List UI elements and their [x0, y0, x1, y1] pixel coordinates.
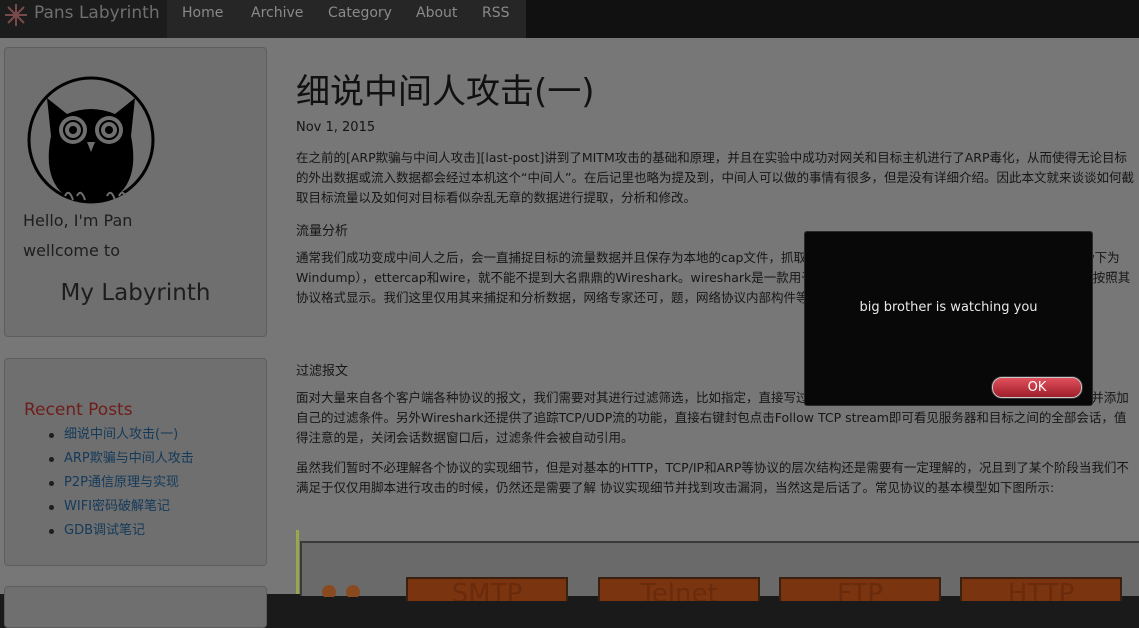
brand[interactable]: Pans Labyrinth: [0, 0, 167, 38]
nav-about[interactable]: About: [416, 5, 457, 21]
article-title: 细说中间人攻击(一): [296, 72, 595, 112]
brand-title: Pans Labyrinth: [34, 3, 160, 23]
ok-button[interactable]: OK: [992, 377, 1082, 398]
recent-post-link[interactable]: WIFI密码破解笔记: [49, 498, 194, 522]
nav-category[interactable]: Category: [328, 5, 392, 21]
section-heading: 流量分析: [296, 224, 349, 239]
figure-box-ftp: FTP: [779, 577, 941, 601]
profile-panel: Hello, I'm Pan wellcome to My Labyrinth: [4, 47, 267, 337]
recent-post-link[interactable]: GDB调试笔记: [49, 522, 194, 546]
site-name: My Labyrinth: [60, 280, 211, 306]
figure-border: [296, 530, 299, 594]
recent-posts-list: 细说中间人攻击(一) ARP欺骗与中间人攻击 P2P通信原理与实现 WIFI密码…: [49, 426, 194, 546]
recent-posts-heading: Recent Posts: [24, 400, 133, 420]
recent-post-link[interactable]: ARP欺骗与中间人攻击: [49, 450, 194, 474]
protocol-figure: SMTP Telnet FTP HTTP: [300, 541, 1139, 601]
snowflake-logo-icon: [5, 4, 27, 26]
recent-posts-panel: Recent Posts 细说中间人攻击(一) ARP欺骗与中间人攻击 P2P通…: [4, 358, 267, 566]
figure-box-http: HTTP: [960, 577, 1122, 601]
sidebar-panel-partial: [4, 586, 267, 628]
owl-avatar-icon: [27, 76, 155, 204]
article-paragraph: 在之前的[ARP欺骗与中间人攻击][last-post]讲到了MITM攻击的基础…: [296, 150, 1134, 205]
greeting-text: Hello, I'm Pan: [23, 211, 133, 230]
nav-rss[interactable]: RSS: [482, 5, 510, 21]
article-date: Nov 1, 2015: [296, 120, 376, 135]
alert-dialog: big brother is watching you OK: [804, 231, 1093, 406]
recent-post-link[interactable]: P2P通信原理与实现: [49, 474, 194, 498]
nav-home[interactable]: Home: [182, 5, 223, 21]
nav-archive[interactable]: Archive: [251, 5, 303, 21]
section-heading: 过滤报文: [296, 364, 349, 379]
welcome-text: wellcome to: [23, 241, 120, 260]
top-navbar: Pans Labyrinth Home Archive Category Abo…: [0, 0, 1139, 38]
dialog-message: big brother is watching you: [859, 300, 1038, 315]
article-paragraph: 虽然我们暂时不必理解各个协议的实现细节，但是对基本的HTTP，TCP/IP和AR…: [296, 460, 1129, 495]
figure-box-telnet: Telnet: [598, 577, 760, 601]
figure-box-smtp: SMTP: [406, 577, 568, 601]
recent-post-link[interactable]: 细说中间人攻击(一): [49, 426, 194, 450]
nav-menu: Home Archive Category About RSS: [167, 0, 526, 38]
figure-dots-icon: [322, 585, 360, 597]
